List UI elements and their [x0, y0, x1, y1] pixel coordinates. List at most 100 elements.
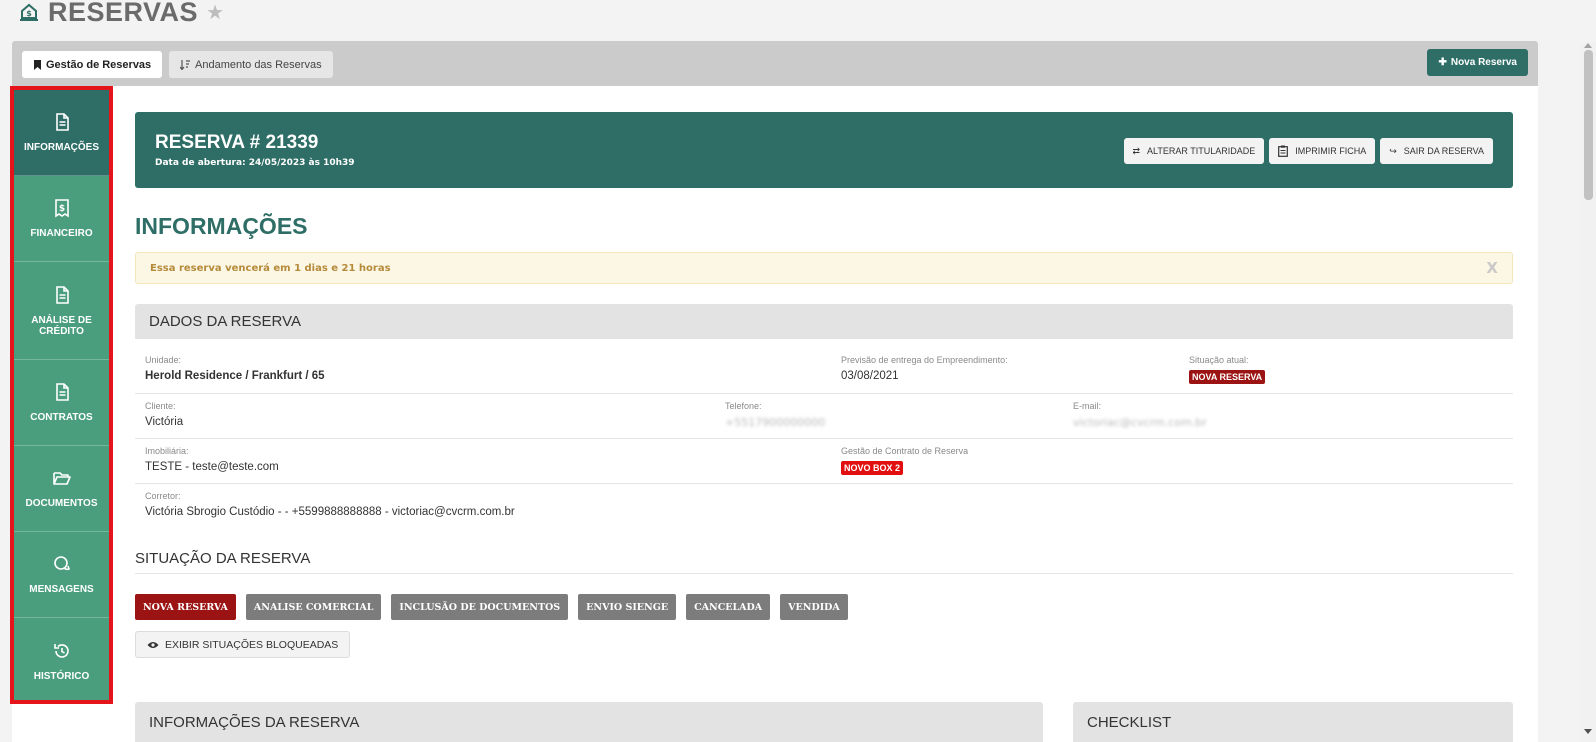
tab-label: Andamento das Reservas — [195, 58, 322, 71]
checklist-header: CHECKLIST — [1073, 702, 1513, 742]
tab-andamento-reservas[interactable]: Andamento das Reservas — [169, 51, 333, 78]
close-icon[interactable]: X — [1486, 259, 1498, 277]
exibir-situacoes-bloqueadas-button[interactable]: EXIBIR SITUAÇÕES BLOQUEADAS — [135, 631, 351, 658]
nova-reserva-label: Nova Reserva — [1450, 57, 1517, 68]
imprimir-ficha-button[interactable]: IMPRIMIR FICHA — [1269, 138, 1376, 164]
corretor-field: Corretor: Victória Sbrogio Custódio - - … — [145, 491, 515, 518]
section-title: INFORMAÇÕES — [135, 213, 308, 239]
field-label: Imobiliária: — [145, 446, 189, 456]
tab-label: Gestão de Reservas — [46, 58, 152, 71]
status-steps: NOVA RESERVA ANALISE COMERCIAL INCLUSÃO … — [135, 594, 848, 620]
situacao-atual-field: Situação atual: NOVA RESERVA — [1189, 355, 1266, 384]
button-label: ALTERAR TITULARIDADE — [1147, 146, 1256, 156]
cliente-field: Cliente: Victória — [145, 401, 183, 428]
sidebar-item-label: MENSAGENS — [29, 584, 94, 595]
field-value: Victória Sbrogio Custódio - - +559988888… — [145, 506, 515, 518]
dados-row-4: Corretor: Victória Sbrogio Custódio - - … — [135, 484, 1513, 529]
sair-reserva-button[interactable]: ↪ SAIR DA RESERVA — [1380, 138, 1493, 164]
field-value: +5517900000000 — [725, 416, 826, 429]
dados-row-1: Unidade: Herold Residence / Frankfurt / … — [135, 339, 1513, 394]
gestao-contrato-field: Gestão de Contrato de Reserva NOVO BOX 2 — [841, 446, 968, 475]
sidebar-item-financeiro[interactable]: $ FINANCEIRO — [14, 176, 109, 262]
scroll-down-icon[interactable] — [1584, 729, 1592, 734]
informacoes-reserva-header: INFORMAÇÕES DA RESERVA — [135, 702, 1043, 742]
button-label: SAIR DA RESERVA — [1403, 146, 1484, 156]
field-value: 03/08/2021 — [841, 370, 899, 382]
field-label: Corretor: — [145, 491, 181, 501]
status-step-envio-sienge[interactable]: ENVIO SIENGE — [578, 594, 677, 620]
star-icon[interactable]: ★ — [206, 0, 224, 24]
sidebar-item-label: HISTÓRICO — [33, 670, 90, 682]
document-icon — [55, 383, 69, 401]
status-step-analise-comercial[interactable]: ANALISE COMERCIAL — [245, 594, 382, 620]
nova-reserva-button[interactable]: ✚ Nova Reserva — [1427, 49, 1528, 76]
sidebar-item-label: ANÁLISE DE CRÉDITO — [31, 314, 92, 337]
sidebar: INFORMAÇÕES $ FINANCEIRO ANÁLISE DE CRÉD… — [10, 86, 113, 704]
sidebar-item-contratos[interactable]: CONTRATOS — [14, 360, 109, 446]
situacao-title: SITUAÇÃO DA RESERVA — [135, 550, 1513, 574]
sidebar-item-mensagens[interactable]: MENSAGENS — [14, 532, 109, 618]
plus-icon: ✚ — [1438, 57, 1447, 68]
reservation-title: RESERVA # 21339 — [155, 132, 319, 153]
sidebar-item-label: INFORMAÇÕES — [24, 142, 99, 153]
status-step-inclusao-documentos[interactable]: INCLUSÃO DE DOCUMENTOS — [391, 594, 569, 620]
page-title: RESERVAS — [48, 0, 199, 27]
bookmark-icon — [34, 59, 41, 70]
field-label: Cliente: — [145, 401, 176, 411]
previsao-field: Previsão de entrega do Empreendimento: 0… — [841, 355, 1008, 382]
dados-reserva-header: DADOS DA RESERVA — [135, 304, 1513, 339]
sort-icon — [180, 59, 190, 70]
sidebar-item-informacoes[interactable]: INFORMAÇÕES — [14, 90, 109, 176]
building-money-icon: $ — [20, 3, 38, 21]
page-scrollbar[interactable] — [1580, 43, 1596, 742]
field-label: Unidade: — [145, 355, 182, 365]
expiration-alert: Essa reserva vencerá em 1 dias e 21 hora… — [135, 252, 1513, 284]
field-label: E-mail: — [1073, 401, 1102, 411]
field-label: Telefone: — [725, 401, 762, 411]
top-tabs-bar: Gestão de Reservas Andamento das Reserva… — [12, 41, 1538, 86]
status-step-cancelada[interactable]: CANCELADA — [686, 594, 771, 620]
field-value: Herold Residence / Frankfurt / 65 — [145, 370, 325, 382]
dados-row-3: Imobiliária: TESTE - teste@teste.com Ges… — [135, 439, 1513, 484]
unidade-field: Unidade: Herold Residence / Frankfurt / … — [145, 355, 325, 382]
field-value: Victória — [145, 416, 184, 428]
page-header: $ RESERVAS ★ — [18, 0, 224, 30]
sidebar-item-documentos[interactable]: DOCUMENTOS — [14, 446, 109, 532]
document-icon — [55, 113, 69, 131]
field-label: Previsão de entrega do Empreendimento: — [841, 355, 1008, 365]
share-arrow-icon: ↪ — [1389, 145, 1397, 156]
reservation-actions: ⇄ ALTERAR TITULARIDADE IMPRIMIR FICHA ↪ … — [1123, 138, 1493, 164]
chat-icon — [53, 556, 70, 571]
receipt-money-icon: $ — [54, 199, 69, 218]
email-field: E-mail: victoriac@cvcrm.com.br — [1073, 401, 1207, 429]
scroll-up-icon[interactable] — [1584, 43, 1592, 48]
sidebar-item-analise-credito[interactable]: ANÁLISE DE CRÉDITO — [14, 262, 109, 360]
swap-icon: ⇄ — [1132, 145, 1141, 156]
imobiliaria-field: Imobiliária: TESTE - teste@teste.com — [145, 446, 279, 473]
document-icon — [55, 285, 69, 304]
reservation-opened-date: Data de abertura: 24/05/2023 às 10h39 — [155, 158, 355, 168]
status-badge: NOVA RESERVA — [1189, 370, 1266, 384]
sidebar-item-historico[interactable]: HISTÓRICO — [14, 618, 109, 704]
status-step-vendida[interactable]: VENDIDA — [780, 594, 848, 620]
field-value: victoriac@cvcrm.com.br — [1073, 416, 1207, 429]
button-label: EXIBIR SITUAÇÕES BLOQUEADAS — [165, 638, 339, 651]
scroll-thumb[interactable] — [1584, 50, 1593, 200]
eye-icon — [147, 641, 159, 648]
button-label: IMPRIMIR FICHA — [1295, 146, 1367, 156]
tab-gestao-reservas[interactable]: Gestão de Reservas — [22, 51, 163, 78]
svg-text:$: $ — [26, 9, 32, 18]
status-step-nova-reserva[interactable]: NOVA RESERVA — [135, 594, 236, 620]
field-label: Gestão de Contrato de Reserva — [841, 446, 969, 456]
status-badge: NOVO BOX 2 — [841, 461, 904, 475]
reservation-header: RESERVA # 21339 Data de abertura: 24/05/… — [135, 112, 1513, 188]
alert-text: Essa reserva vencerá em 1 dias e 21 hora… — [150, 263, 391, 274]
svg-text:$: $ — [58, 204, 64, 214]
sidebar-item-label: DOCUMENTOS — [25, 498, 98, 509]
field-label: Situação atual: — [1189, 355, 1249, 365]
sidebar-item-label: FINANCEIRO — [30, 228, 93, 239]
dados-row-2: Cliente: Victória Telefone: +55179000000… — [135, 394, 1513, 439]
telefone-field: Telefone: +5517900000000 — [725, 401, 825, 429]
alterar-titularidade-button[interactable]: ⇄ ALTERAR TITULARIDADE — [1123, 138, 1265, 164]
sidebar-item-label: CONTRATOS — [30, 412, 93, 423]
